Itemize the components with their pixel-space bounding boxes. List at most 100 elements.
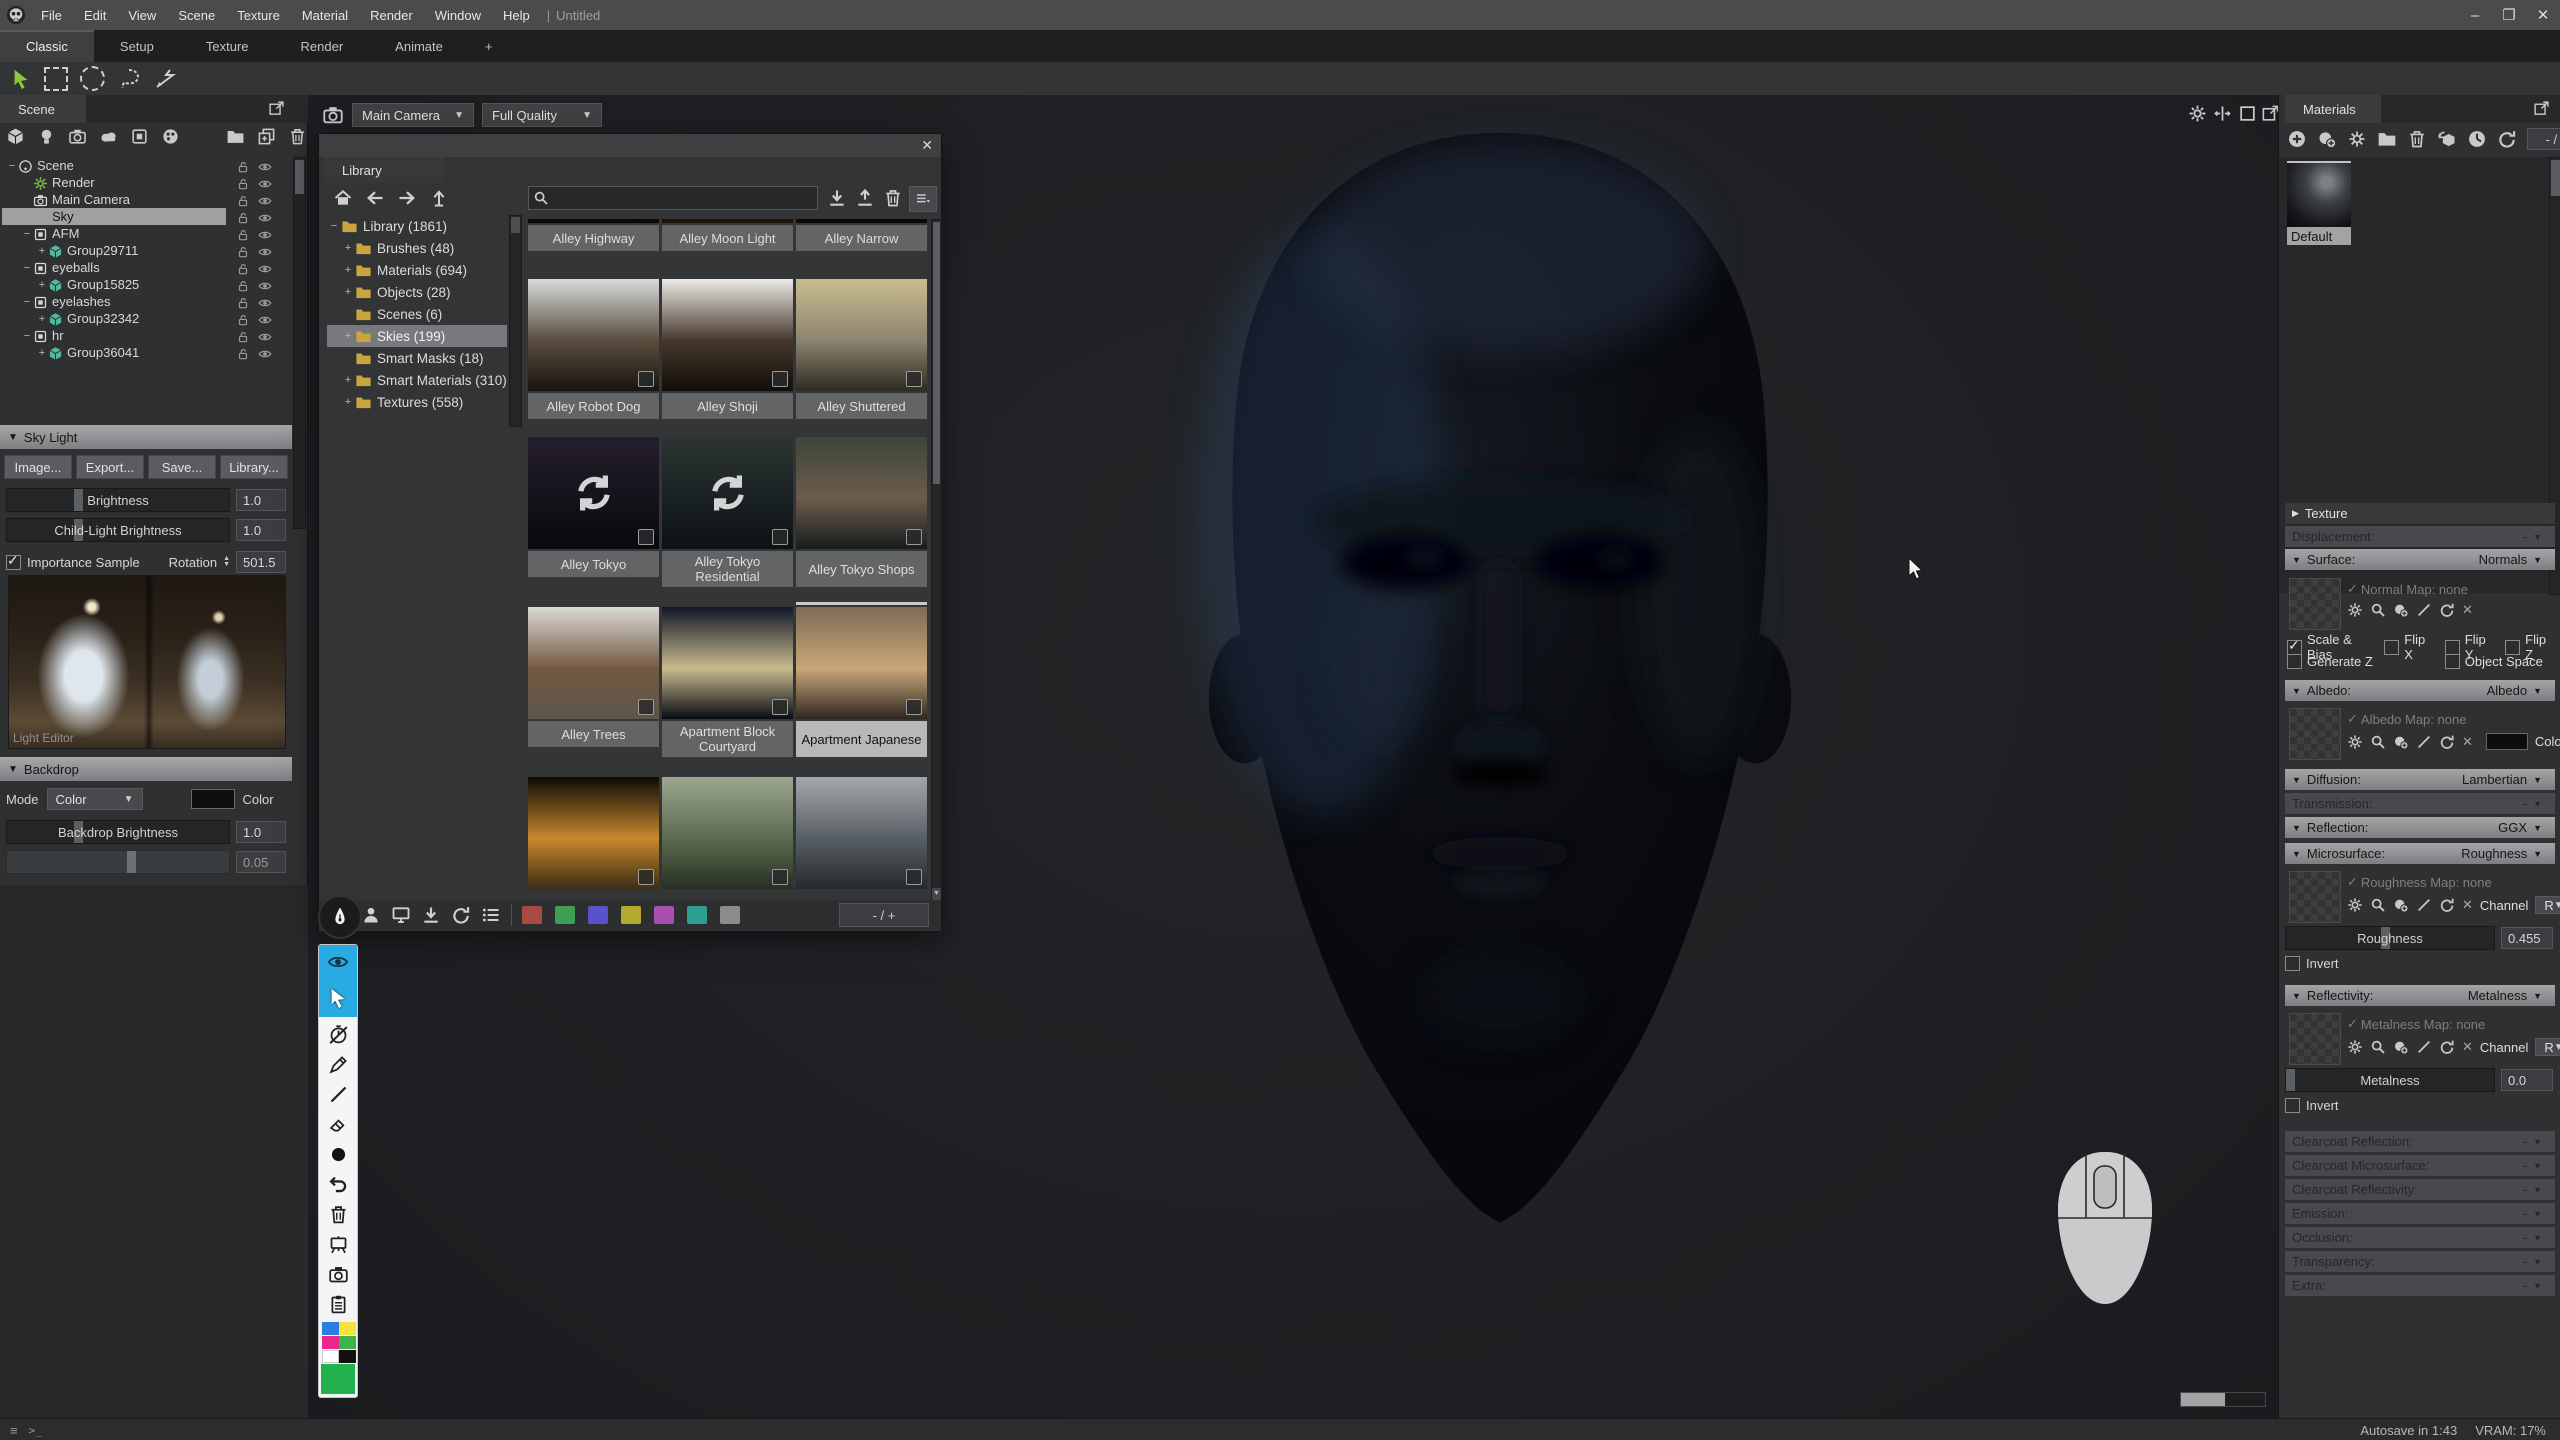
brightness-slider[interactable]: Brightness xyxy=(6,488,230,512)
library-item-thumbnail[interactable] xyxy=(528,777,659,889)
footer-monitor-icon[interactable] xyxy=(391,905,411,925)
child-light-brightness-slider[interactable]: Child-Light Brightness xyxy=(6,518,230,542)
lock-icon[interactable] xyxy=(236,261,250,275)
viewport-split-icon[interactable] xyxy=(2213,104,2232,123)
importance-sample-checkbox[interactable] xyxy=(6,555,21,570)
visibility-eye-icon[interactable] xyxy=(258,227,272,241)
section-extra[interactable]: Extra:-▼ xyxy=(2285,1275,2555,1296)
scene-tree-item-group36041[interactable]: +Group36041 xyxy=(0,344,292,361)
map-clear-icon[interactable]: ✕ xyxy=(2462,734,2473,750)
flip-x-checkbox[interactable] xyxy=(2384,640,2399,655)
lock-icon[interactable] xyxy=(236,278,250,292)
library-item-thumbnail[interactable] xyxy=(796,279,927,391)
folder-scrollbar[interactable] xyxy=(509,215,522,427)
library-import-icon[interactable] xyxy=(827,188,847,208)
footer-list-view-icon[interactable] xyxy=(481,905,501,925)
delete-icon[interactable] xyxy=(288,127,307,146)
rotation-stepper[interactable]: ▲▼ xyxy=(223,556,230,568)
roughness-value[interactable]: 0.455 xyxy=(2501,927,2553,949)
library-item-thumbnail[interactable] xyxy=(796,607,927,719)
select-cursor-tool[interactable] xyxy=(10,68,32,90)
map-edit-icon[interactable] xyxy=(2416,734,2432,750)
close-button[interactable]: ✕ xyxy=(2526,0,2560,30)
backdrop-brightness-value[interactable]: 1.0 xyxy=(236,821,286,843)
folder-skies-199-[interactable]: +Skies (199) xyxy=(327,325,517,347)
visibility-eye-icon[interactable] xyxy=(258,346,272,360)
library-item-thumbnail[interactable] xyxy=(528,437,659,549)
material-refresh-icon[interactable] xyxy=(2497,129,2517,149)
material-thumbnail[interactable] xyxy=(2287,163,2351,227)
library-item-thumbnail[interactable] xyxy=(662,777,793,889)
backdrop-color-swatch[interactable] xyxy=(191,789,235,809)
annotation-eye-icon[interactable] xyxy=(319,945,357,979)
tag-swatch-3[interactable] xyxy=(621,906,641,924)
scene-panel-popout-icon[interactable] xyxy=(268,100,285,117)
scene-tree-item-group15825[interactable]: +Group15825 xyxy=(0,276,292,293)
folder-library-1861-[interactable]: −Library (1861) xyxy=(327,215,517,237)
library-item-thumbnail[interactable] xyxy=(796,437,927,549)
lock-icon[interactable] xyxy=(236,346,250,360)
viewport-settings-gear-icon[interactable] xyxy=(2188,104,2207,123)
rotation-value[interactable]: 501.5 xyxy=(236,551,286,573)
annotation-trash-icon[interactable] xyxy=(319,1199,357,1229)
workspace-tab-setup[interactable]: Setup xyxy=(94,30,180,62)
lock-icon[interactable] xyxy=(236,193,250,207)
thumbnail-zoom-control[interactable]: - / + xyxy=(839,903,929,927)
annotation-line-icon[interactable] xyxy=(319,1079,357,1109)
workspace-tab-animate[interactable]: Animate xyxy=(369,30,469,62)
map-reload-icon[interactable] xyxy=(2439,897,2455,913)
library-item-checkbox[interactable] xyxy=(638,371,654,387)
library-item-checkbox[interactable] xyxy=(772,699,788,715)
metalness-value[interactable]: 0.0 xyxy=(2501,1069,2553,1091)
visibility-eye-icon[interactable] xyxy=(258,193,272,207)
object-space-checkbox[interactable] xyxy=(2445,654,2460,669)
lock-icon[interactable] xyxy=(236,176,250,190)
add-object-icon[interactable] xyxy=(6,127,25,146)
library-item-thumbnail[interactable] xyxy=(662,607,793,719)
lock-icon[interactable] xyxy=(236,295,250,309)
library-close-icon[interactable]: ✕ xyxy=(921,137,933,154)
backdrop-brightness-slider[interactable]: Backdrop Brightness xyxy=(6,820,230,844)
section-transparency[interactable]: Transparency:-▼ xyxy=(2285,1251,2555,1272)
library-item-thumbnail[interactable] xyxy=(528,219,659,223)
menu-edit[interactable]: Edit xyxy=(73,8,117,23)
library-item-thumbnail[interactable] xyxy=(662,437,793,549)
section-displacement[interactable]: Displacement:-▼ xyxy=(2285,526,2555,547)
minimize-button[interactable]: – xyxy=(2458,0,2492,30)
library-delete-icon[interactable] xyxy=(883,188,903,208)
backdrop-mode-select[interactable]: Color▼ xyxy=(47,788,143,810)
lock-icon[interactable] xyxy=(236,312,250,326)
map-sphere-icon[interactable] xyxy=(2393,602,2409,618)
library-home-icon[interactable] xyxy=(333,188,353,208)
annotation-undo-icon[interactable] xyxy=(319,1169,357,1199)
folder-objects-28-[interactable]: +Objects (28) xyxy=(327,281,517,303)
library-item-thumbnail[interactable] xyxy=(528,279,659,391)
library-view-options[interactable] xyxy=(909,186,937,212)
metalness-map-thumbnail[interactable] xyxy=(2289,1013,2341,1065)
scene-tree-item-scene[interactable]: −Scene xyxy=(0,157,292,174)
map-gear-icon[interactable] xyxy=(2347,602,2363,618)
section-surface[interactable]: ▼Surface:Normals▼ xyxy=(2285,549,2555,570)
library-item-checkbox[interactable] xyxy=(638,869,654,885)
library-item-checkbox[interactable] xyxy=(906,869,922,885)
marquee-select-tool[interactable] xyxy=(44,67,68,91)
material-settings-icon[interactable] xyxy=(2347,129,2367,149)
library-search[interactable] xyxy=(528,186,818,210)
map-gear-icon[interactable] xyxy=(2347,897,2363,913)
console-icon[interactable]: >_ xyxy=(29,1424,42,1437)
scene-scrollbar[interactable] xyxy=(293,157,306,529)
duplicate-material-icon[interactable] xyxy=(2317,129,2337,149)
menu-texture[interactable]: Texture xyxy=(226,8,291,23)
library-forward-icon[interactable] xyxy=(397,188,417,208)
restore-button[interactable]: ❐ xyxy=(2492,0,2526,30)
annotation-whiteboard-icon[interactable] xyxy=(319,1229,357,1259)
section-transmission[interactable]: Transmission:-▼ xyxy=(2285,793,2555,814)
visibility-eye-icon[interactable] xyxy=(258,159,272,173)
library-item-thumbnail[interactable] xyxy=(662,279,793,391)
lock-icon[interactable] xyxy=(236,159,250,173)
annotation-color-palette[interactable] xyxy=(319,1321,359,1363)
metalness-slider[interactable]: Metalness xyxy=(2285,1068,2495,1092)
annotation-pen-button[interactable] xyxy=(318,895,362,939)
material-history-icon[interactable] xyxy=(2467,129,2487,149)
material-name-label[interactable]: Default xyxy=(2287,227,2351,245)
